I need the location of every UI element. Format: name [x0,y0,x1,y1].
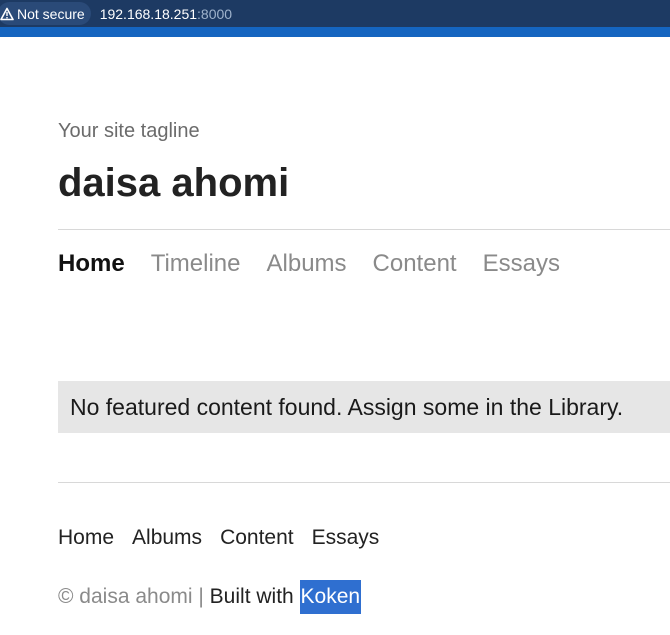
nav-item-content[interactable]: Content [373,250,457,278]
footer-credit: © daisa ahomi | Built with Koken [58,580,362,614]
footer-nav-home[interactable]: Home [58,526,114,550]
nav-item-essays[interactable]: Essays [483,250,560,278]
site-tagline: Your site tagline [58,120,200,142]
url-port: :8000 [197,5,233,22]
koken-link[interactable]: Koken [299,580,362,614]
footer-nav: Home Albums Content Essays [58,526,397,550]
browser-address-bar: Not secure 192.168.18.251:8000 [0,0,670,37]
footer-nav-content[interactable]: Content [220,526,294,550]
featured-content-notice: No featured content found. Assign some i… [58,381,670,433]
url-host: 192.168.18.251 [99,5,198,22]
footer-nav-albums[interactable]: Albums [132,526,202,550]
not-secure-badge[interactable]: Not secure [0,2,91,25]
warning-icon [0,7,14,21]
main-nav: Home Timeline Albums Content Essays [58,250,586,278]
not-secure-label: Not secure [17,5,85,22]
nav-item-albums[interactable]: Albums [267,250,347,278]
site-title[interactable]: daisa ahomi [58,161,289,206]
footer-divider [58,482,670,483]
copyright-text: © daisa ahomi | [58,585,210,608]
header-divider [58,229,670,230]
nav-item-home[interactable]: Home [58,250,125,278]
footer-nav-essays[interactable]: Essays [312,526,380,550]
built-with-text: Built with [209,585,300,608]
nav-item-timeline[interactable]: Timeline [151,250,241,278]
url-text[interactable]: 192.168.18.251:8000 [100,6,232,22]
